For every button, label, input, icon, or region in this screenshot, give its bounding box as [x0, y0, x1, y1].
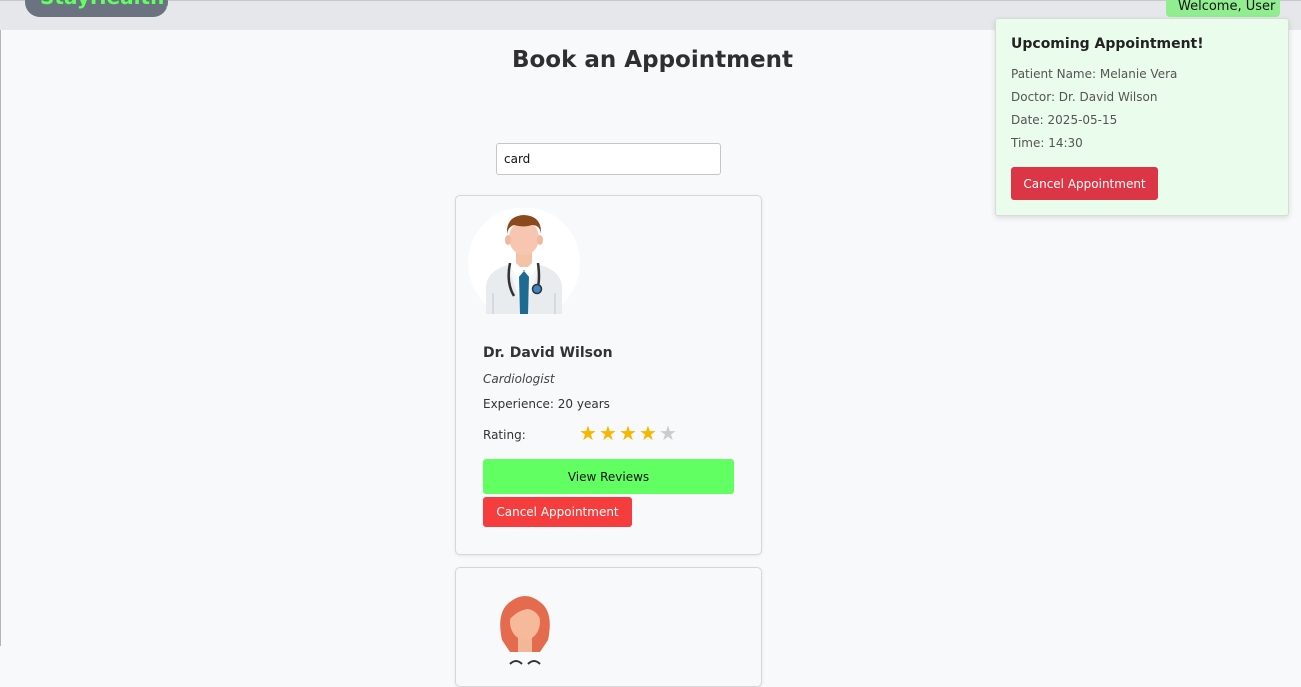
nav-link-fragment[interactable]: ˄˄ — [994, 0, 1007, 10]
doctor-male-avatar-icon — [468, 208, 580, 314]
window-edge — [0, 0, 1, 646]
popup-doctor: Doctor: Dr. David Wilson — [1011, 90, 1158, 104]
view-reviews-button[interactable]: View Reviews — [483, 459, 734, 494]
doctor-female-avatar-icon — [500, 596, 550, 665]
popup-time: Time: 14:30 — [1011, 136, 1083, 150]
upcoming-appointment-popup: Upcoming Appointment! Patient Name: Mela… — [995, 18, 1289, 216]
logo-text: StayHealthy — [40, 0, 168, 9]
doctor-speciality: Cardiologist — [483, 372, 555, 386]
star-icon: ★ — [579, 421, 597, 445]
logo[interactable]: StayHealthy — [25, 0, 168, 17]
doctor-experience: Experience: 20 years — [483, 397, 610, 411]
popup-cancel-appointment-button[interactable]: Cancel Appointment — [1011, 167, 1158, 200]
star-icon: ★ — [599, 421, 617, 445]
star-icon: ★ — [659, 421, 677, 445]
welcome-badge[interactable]: Welcome, User — [1166, 0, 1280, 17]
popup-patient-name: Patient Name: Melanie Vera — [1011, 67, 1178, 81]
cancel-appointment-button[interactable]: Cancel Appointment — [483, 497, 632, 527]
rating-stars: ★ ★ ★ ★ ★ — [578, 422, 678, 444]
rating-label: Rating: — [483, 428, 526, 442]
doctor-card: Dr. David Wilson Cardiologist Experience… — [455, 195, 762, 555]
search-input[interactable] — [496, 143, 721, 175]
welcome-text: Welcome, User — [1178, 0, 1276, 14]
star-icon: ★ — [619, 421, 637, 445]
popup-date: Date: 2025-05-15 — [1011, 113, 1118, 127]
doctor-name: Dr. David Wilson — [483, 345, 613, 361]
doctor-card — [455, 567, 762, 687]
popup-title: Upcoming Appointment! — [1011, 36, 1204, 52]
star-icon: ★ — [639, 421, 657, 445]
